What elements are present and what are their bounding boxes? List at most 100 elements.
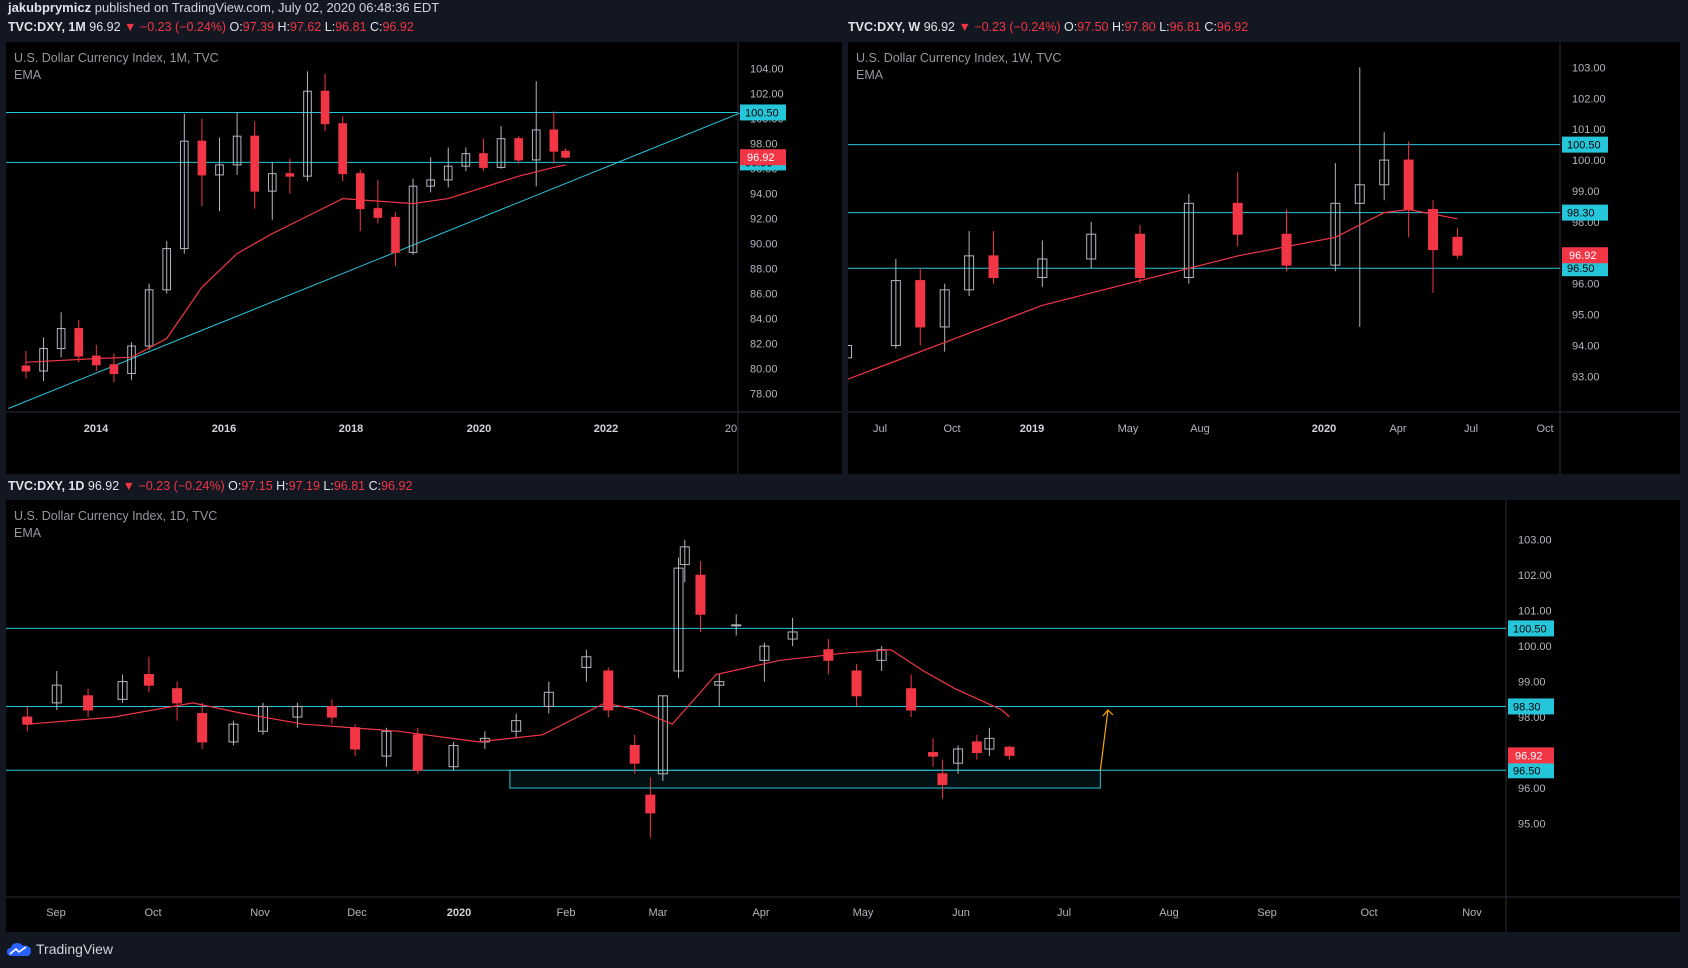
x-tick-label: Nov: [1462, 907, 1482, 919]
y-tick-label: 102.00: [750, 89, 784, 101]
candle: [673, 557, 684, 679]
symbol-label: TVC:DXY, 1M: [8, 20, 90, 34]
level-label: 100.50: [745, 107, 779, 119]
candle: [197, 118, 207, 207]
y-tick-label: 84.00: [750, 314, 778, 326]
candle: [197, 702, 208, 750]
chart-monthly[interactable]: 104.00102.00100.0098.0096.0094.0092.0090…: [6, 42, 842, 474]
candle: [83, 688, 94, 718]
ohlc-label-l: L:: [324, 20, 336, 34]
indicator-label: EMA: [14, 68, 42, 82]
candle: [267, 162, 277, 220]
candle: [851, 663, 862, 707]
candle-body: [83, 695, 94, 711]
chart-panel-weekly[interactable]: 103.00 102.00 101.00 100.00 99.00 98.00 96.00 9…: [848, 42, 1680, 474]
ohlc-value-l: 96.81: [333, 479, 369, 493]
candle: [988, 231, 999, 284]
candle: [408, 178, 418, 255]
candle: [906, 674, 917, 718]
candle-body: [937, 773, 948, 785]
ohlc-value-o: 97.39: [242, 20, 278, 34]
x-tick-label: 2019: [1020, 423, 1044, 435]
ohlc-value-h: 97.80: [1124, 20, 1160, 34]
candle-body: [1428, 209, 1439, 251]
candle: [679, 539, 690, 583]
down-arrow-icon: ▼: [124, 20, 140, 34]
candle-body: [928, 752, 939, 757]
candle: [937, 759, 948, 799]
candle-body: [851, 670, 862, 697]
author-name[interactable]: jakubprymicz: [8, 0, 91, 15]
ohlc-label-l: L:: [323, 479, 334, 493]
x-tick-label: Sep: [46, 907, 66, 919]
publish-text: published on TradingView.com, July 02, 2…: [94, 0, 440, 15]
x-tick-label: 2022: [594, 423, 618, 435]
y-tick-label: 99.00: [1572, 186, 1600, 198]
y-tick-label: 94.00: [750, 189, 778, 201]
y-tick-label: 90.00: [750, 239, 778, 251]
candle: [1135, 224, 1146, 284]
candle: [1281, 209, 1292, 272]
chart-daily[interactable]: 103.00102.00101.00100.0099.0098.0096.009…: [6, 500, 1680, 932]
candle-body: [1403, 159, 1414, 211]
y-tick-label: 100.00: [1572, 155, 1606, 167]
candle: [179, 113, 189, 254]
candle: [848, 344, 853, 359]
chart-weekly[interactable]: 103.00102.00101.00100.0099.0098.0096.009…: [848, 42, 1680, 474]
candle-body: [1004, 746, 1015, 756]
ema-line: [25, 164, 566, 363]
x-tick-label: Apr: [752, 907, 769, 919]
chart-title-weekly: U.S. Dollar Currency Index, 1W, TVC EMA: [856, 50, 1061, 84]
candle-body: [197, 713, 208, 743]
y-tick-label: 103.00: [1572, 62, 1606, 74]
down-arrow-icon: ▼: [958, 20, 975, 34]
candle: [890, 258, 901, 349]
y-tick-label: 99.00: [1518, 677, 1546, 689]
candle-body: [1281, 233, 1292, 266]
candle-body: [971, 741, 982, 754]
candle: [549, 111, 559, 164]
candle-body: [391, 216, 400, 253]
chart-panel-monthly[interactable]: 104.00102.00100.0098.0096.0094.0092.0090…: [6, 42, 842, 474]
ohlc-label-h: H:: [277, 20, 291, 34]
ohlc-label-o: O:: [229, 20, 243, 34]
level-label: 96.50: [1513, 765, 1541, 777]
level-label: 98.30: [1513, 701, 1541, 713]
x-tick-label: Jul: [873, 423, 887, 435]
last-price-label: 96.92: [1515, 750, 1543, 762]
candle: [915, 268, 926, 346]
y-tick-label: 96.00: [1518, 783, 1546, 795]
x-tick-label: Oct: [943, 423, 960, 435]
ema-line: [848, 208, 1458, 380]
candle-body: [355, 173, 365, 210]
x-tick-label: 2020: [1312, 423, 1336, 435]
candle-body: [338, 123, 347, 175]
candle: [984, 727, 995, 757]
chart-title-daily: U.S. Dollar Currency Index, 1D, TVC EMA: [14, 508, 217, 542]
y-tick-label: 94.00: [1572, 340, 1600, 352]
x-tick-label: Oct: [144, 907, 161, 919]
trendline: [8, 111, 742, 409]
tradingview-logo[interactable]: TradingView: [6, 938, 113, 960]
candle: [448, 741, 459, 771]
candle-body: [479, 153, 488, 168]
candle-body: [915, 280, 926, 328]
chart-title: U.S. Dollar Currency Index, 1M, TVC: [14, 51, 219, 65]
candle-body: [109, 364, 119, 375]
last-price-label: 96.92: [747, 152, 775, 164]
x-tick-label: 2014: [84, 423, 109, 435]
chart-panel-daily[interactable]: 103.00 102.00 101.00 100.00 99.00 98.00 96.00 9…: [6, 500, 1680, 932]
candle: [461, 147, 471, 172]
candle-body: [74, 328, 84, 357]
y-tick-label: 101.00: [1518, 606, 1552, 618]
candle-body: [549, 129, 559, 152]
candle: [531, 81, 541, 187]
ohlc-value-c: 96.92: [1216, 20, 1249, 34]
chart-title-monthly: U.S. Dollar Currency Index, 1M, TVC EMA: [14, 50, 219, 84]
candle: [143, 656, 154, 693]
candle: [22, 706, 33, 732]
candle: [250, 121, 260, 209]
y-tick-label: 103.00: [1518, 535, 1552, 547]
x-tick-label: Oct: [1536, 423, 1553, 435]
x-tick-label: Jun: [952, 907, 970, 919]
